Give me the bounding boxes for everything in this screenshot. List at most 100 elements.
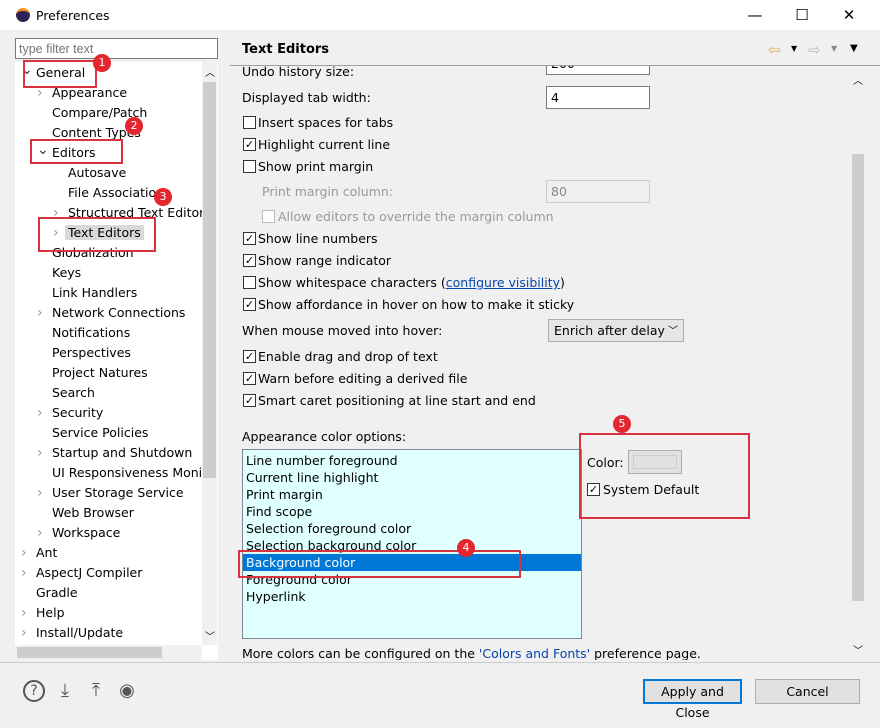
checkbox[interactable]: ✓	[243, 254, 256, 267]
tree-item[interactable]: Gradle	[36, 583, 78, 603]
tree-item[interactable]: AspectJ Compiler	[36, 563, 142, 583]
checkbox[interactable]: ✓	[243, 394, 256, 407]
tree-item[interactable]: Ant	[36, 543, 57, 563]
color-option-item[interactable]: Line number foreground	[246, 452, 398, 469]
tree-scroll-thumb[interactable]	[203, 82, 216, 478]
undo-history-label: Undo history size:	[242, 66, 355, 79]
tree-item-label: Gradle	[36, 585, 78, 600]
content-vertical-scrollbar[interactable]: ︿ ﹀	[850, 68, 866, 660]
close-button[interactable]: ✕	[834, 4, 864, 26]
checkbox[interactable]: ✓	[243, 138, 256, 151]
tree-horizontal-scrollbar[interactable]	[15, 645, 202, 660]
tree-item[interactable]: Keys	[52, 263, 81, 283]
content-scroll-thumb[interactable]	[852, 154, 864, 601]
checkbox[interactable]: ✓	[243, 298, 256, 311]
checkbox-label-text: Insert spaces for tabs	[258, 115, 394, 130]
print-margin-input: 80	[546, 180, 650, 203]
tree-item[interactable]: Link Handlers	[52, 283, 137, 303]
tree-item[interactable]: Startup and Shutdown	[52, 443, 192, 463]
tree-item[interactable]: Network Connections	[52, 303, 185, 323]
color-option-item[interactable]: Hyperlink	[246, 588, 306, 605]
view-menu-icon[interactable]: ▼	[850, 43, 858, 54]
footer-divider	[0, 662, 880, 663]
chevron-right-icon[interactable]: ›	[37, 443, 49, 463]
tree-item[interactable]: Web Browser	[52, 503, 134, 523]
scroll-up-icon[interactable]: ︿	[853, 72, 863, 87]
hover-label: When mouse moved into hover:	[242, 323, 443, 338]
back-icon[interactable]: ⇦	[768, 41, 781, 59]
color-option-item[interactable]: Selection foreground color	[246, 520, 411, 537]
tree-item[interactable]: Notifications	[52, 323, 130, 343]
checkbox[interactable]: ✓	[243, 372, 256, 385]
undo-history-input[interactable]: 200	[546, 66, 650, 75]
import-icon[interactable]: ⤓	[54, 680, 76, 702]
tree-item-label: Install/Update	[36, 625, 124, 640]
page-title: Text Editors	[242, 42, 330, 57]
record-icon[interactable]: ◉	[116, 680, 138, 702]
checkbox[interactable]	[243, 116, 256, 129]
tree-item[interactable]: Search	[52, 383, 95, 403]
more-colors-prefix: More colors can be configured on the	[242, 646, 479, 660]
tab-width-input[interactable]: 4	[546, 86, 650, 109]
minimize-button[interactable]: —	[740, 4, 770, 26]
tree-item[interactable]: Perspectives	[52, 343, 131, 363]
tree-item[interactable]: Security	[52, 403, 103, 423]
tree-item[interactable]: Install/Update	[36, 623, 123, 643]
maximize-button[interactable]: ☐	[787, 4, 817, 26]
annotation-badge-4: 4	[457, 539, 475, 557]
tree-item-label: Help	[36, 605, 65, 620]
tree-item[interactable]: User Storage Service	[52, 483, 184, 503]
tree-item[interactable]: UI Responsiveness Monito	[52, 463, 215, 483]
export-icon[interactable]: ⤒	[85, 680, 107, 702]
tree-item[interactable]: Service Policies	[52, 423, 148, 443]
tree-vertical-scrollbar[interactable]: ︿ ﹀	[202, 62, 217, 645]
hover-select[interactable]: Enrich after delay ﹀	[548, 319, 684, 342]
scroll-down-icon[interactable]: ﹀	[205, 628, 215, 643]
checkbox-label-text: Smart caret positioning at line start an…	[258, 393, 536, 408]
help-icon[interactable]: ?	[23, 680, 45, 702]
color-option-item[interactable]: Current line highlight	[246, 469, 378, 486]
cancel-button[interactable]: Cancel	[755, 679, 860, 704]
chevron-right-icon[interactable]: ›	[21, 603, 33, 623]
checkbox-label-text: Show range indicator	[258, 253, 392, 268]
tree-item[interactable]: Autosave	[68, 163, 126, 183]
chevron-right-icon[interactable]: ›	[37, 303, 49, 323]
chevron-right-icon[interactable]: ›	[37, 483, 49, 503]
apply-and-close-button[interactable]: Apply and Close	[643, 679, 742, 720]
color-option-item[interactable]: Find scope	[246, 503, 312, 520]
chevron-right-icon[interactable]: ›	[21, 563, 33, 583]
checkbox-label-text: Show whitespace characters (	[258, 275, 446, 290]
color-options-list[interactable]: Line number foreground Current line highl…	[242, 449, 582, 639]
checkbox[interactable]: ✓	[243, 350, 256, 363]
tree-item[interactable]: Project Natures	[52, 363, 148, 383]
chevron-right-icon[interactable]: ›	[37, 523, 49, 543]
tree-item-label: Autosave	[68, 165, 127, 180]
chevron-right-icon[interactable]: ›	[21, 543, 33, 563]
color-option-item[interactable]: Print margin	[246, 486, 323, 503]
forward-menu-icon[interactable]: ▼	[831, 44, 837, 53]
forward-icon[interactable]: ⇨	[808, 41, 821, 59]
tree-item-label: Perspectives	[52, 345, 131, 360]
tree-item[interactable]: Workspace	[52, 523, 120, 543]
checkbox-label: Highlight current line	[258, 137, 390, 152]
tree-item[interactable]: Help	[36, 603, 65, 623]
colors-and-fonts-link[interactable]: 'Colors and Fonts'	[479, 646, 590, 660]
tree-item-label: Notifications	[52, 325, 131, 340]
back-menu-icon[interactable]: ▼	[791, 44, 797, 53]
configure-visibility-link[interactable]: configure visibility	[446, 275, 560, 290]
allow-override-checkbox	[262, 210, 275, 223]
scroll-down-icon[interactable]: ﹀	[853, 642, 863, 657]
chevron-right-icon[interactable]: ›	[37, 403, 49, 423]
checkbox[interactable]: ✓	[243, 232, 256, 245]
tree-hscroll-thumb[interactable]	[17, 647, 162, 658]
filter-input[interactable]	[15, 38, 218, 59]
tree-item-label: Search	[52, 385, 95, 400]
chevron-right-icon[interactable]: ›	[21, 623, 33, 643]
tree-item-label: Project Natures	[52, 365, 148, 380]
checkbox[interactable]	[243, 276, 256, 289]
checkbox[interactable]	[243, 160, 256, 173]
scroll-up-icon[interactable]: ︿	[205, 64, 215, 79]
annotation-box-1	[23, 60, 97, 88]
annotation-box-5	[579, 433, 750, 519]
checkbox-label-text: Show line numbers	[258, 231, 378, 246]
